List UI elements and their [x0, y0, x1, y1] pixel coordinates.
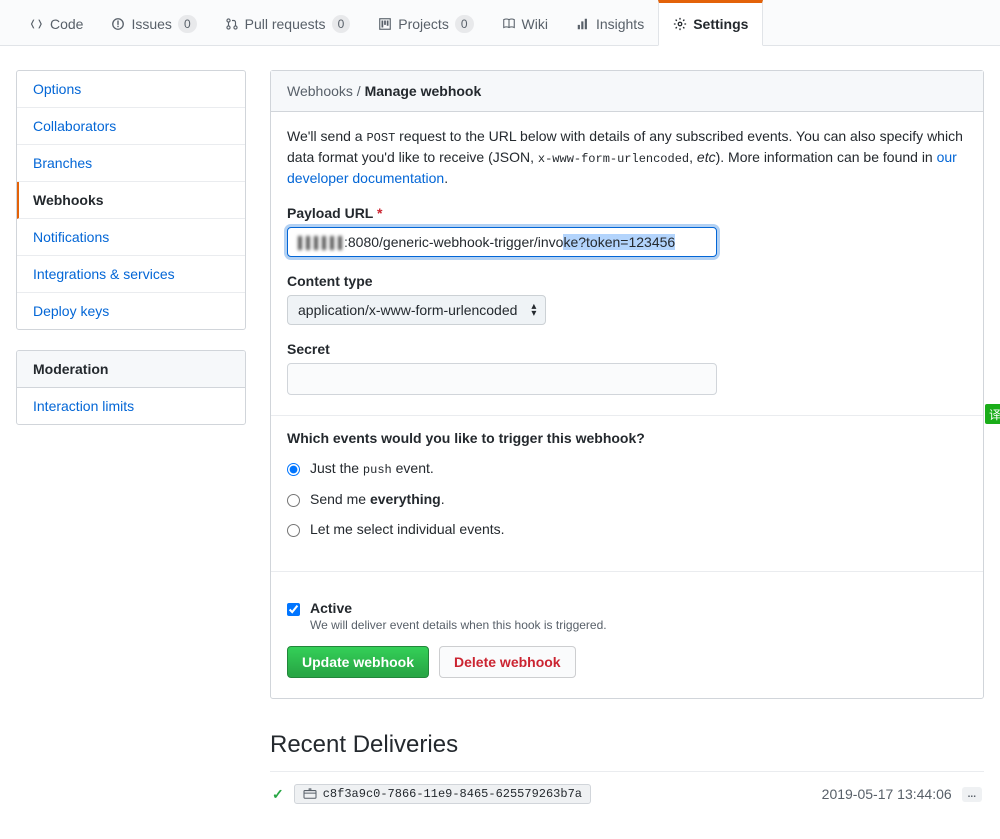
update-webhook-button[interactable]: Update webhook — [287, 646, 429, 678]
secret-label: Secret — [287, 341, 967, 357]
main-content: Webhooks / Manage webhook We'll send a P… — [270, 70, 984, 816]
pull-request-icon — [225, 17, 239, 31]
package-icon — [303, 788, 317, 800]
tab-insights[interactable]: Insights — [562, 0, 658, 45]
tab-label: Insights — [596, 16, 644, 32]
translate-badge[interactable]: 译 — [985, 404, 1000, 424]
issues-count: 0 — [178, 15, 197, 33]
code-icon — [30, 17, 44, 31]
tab-projects[interactable]: Projects 0 — [364, 0, 487, 45]
settings-sidebar: Options Collaborators Branches Webhooks … — [16, 70, 246, 445]
tab-label: Wiki — [522, 16, 548, 32]
active-checkbox[interactable] — [287, 603, 300, 616]
active-row[interactable]: Active We will deliver event details whe… — [287, 600, 967, 632]
graph-icon — [576, 17, 590, 31]
gear-icon — [673, 17, 687, 31]
chevron-updown-icon: ▴▾ — [531, 303, 536, 317]
event-option-push[interactable]: Just the push event. — [287, 460, 967, 477]
tab-label: Issues — [131, 16, 171, 32]
payload-url-input[interactable]: :8080/generic-webhook-trigger/invoke?tok… — [287, 227, 717, 257]
active-label: Active — [310, 600, 607, 616]
sidebar-item-notifications[interactable]: Notifications — [17, 219, 245, 256]
sidebar-item-webhooks[interactable]: Webhooks — [17, 182, 245, 219]
sidebar-header-moderation: Moderation — [17, 351, 245, 388]
event-option-individual[interactable]: Let me select individual events. — [287, 521, 967, 537]
sidebar-item-deploy-keys[interactable]: Deploy keys — [17, 293, 245, 329]
tab-code[interactable]: Code — [16, 0, 97, 45]
sidebar-item-collaborators[interactable]: Collaborators — [17, 108, 245, 145]
tab-label: Pull requests — [245, 16, 326, 32]
delivery-time: 2019-05-17 13:44:06 — [822, 786, 952, 802]
check-icon: ✓ — [272, 786, 284, 803]
intro-text: We'll send a POST request to the URL bel… — [287, 126, 967, 189]
redacted-host — [298, 236, 344, 250]
radio-push[interactable] — [287, 463, 300, 476]
sidebar-item-options[interactable]: Options — [17, 71, 245, 108]
sidebar-item-branches[interactable]: Branches — [17, 145, 245, 182]
webhook-panel: Webhooks / Manage webhook We'll send a P… — [270, 70, 984, 699]
breadcrumb-current: Manage webhook — [365, 83, 482, 99]
sidebar-item-interaction-limits[interactable]: Interaction limits — [17, 388, 245, 424]
tab-settings[interactable]: Settings — [658, 0, 763, 46]
tab-label: Settings — [693, 16, 748, 32]
required-marker: * — [377, 205, 382, 221]
delete-webhook-button[interactable]: Delete webhook — [439, 646, 576, 678]
delivery-id: c8f3a9c0-7866-11e9-8465-625579263b7a — [323, 787, 582, 801]
recent-deliveries-title: Recent Deliveries — [270, 731, 984, 759]
active-desc: We will deliver event details when this … — [310, 618, 607, 632]
issue-icon — [111, 17, 125, 31]
projects-count: 0 — [455, 15, 474, 33]
delivery-row[interactable]: ✓ c8f3a9c0-7866-11e9-8465-625579263b7a 2… — [270, 771, 984, 816]
secret-input[interactable] — [287, 363, 717, 395]
tab-label: Projects — [398, 16, 449, 32]
tab-label: Code — [50, 16, 83, 32]
repo-tab-nav: Code Issues 0 Pull requests 0 Projects 0… — [0, 0, 1000, 46]
pulls-count: 0 — [332, 15, 351, 33]
projects-icon — [378, 17, 392, 31]
tab-issues[interactable]: Issues 0 — [97, 0, 210, 45]
tab-wiki[interactable]: Wiki — [488, 0, 562, 45]
sidebar-item-integrations[interactable]: Integrations & services — [17, 256, 245, 293]
payload-url-label: Payload URL * — [287, 205, 967, 221]
tab-pull-requests[interactable]: Pull requests 0 — [211, 0, 365, 45]
radio-everything[interactable] — [287, 494, 300, 507]
content-type-select[interactable]: application/x-www-form-urlencoded — [287, 295, 546, 325]
breadcrumb-sep: / — [357, 83, 361, 99]
panel-breadcrumb: Webhooks / Manage webhook — [271, 71, 983, 112]
kebab-menu[interactable]: ... — [962, 787, 982, 802]
radio-individual[interactable] — [287, 524, 300, 537]
event-option-everything[interactable]: Send me everything. — [287, 491, 967, 507]
content-type-label: Content type — [287, 273, 967, 289]
breadcrumb-parent: Webhooks — [287, 83, 353, 99]
delivery-id-tag[interactable]: c8f3a9c0-7866-11e9-8465-625579263b7a — [294, 784, 591, 804]
events-heading: Which events would you like to trigger t… — [287, 430, 967, 446]
book-icon — [502, 17, 516, 31]
